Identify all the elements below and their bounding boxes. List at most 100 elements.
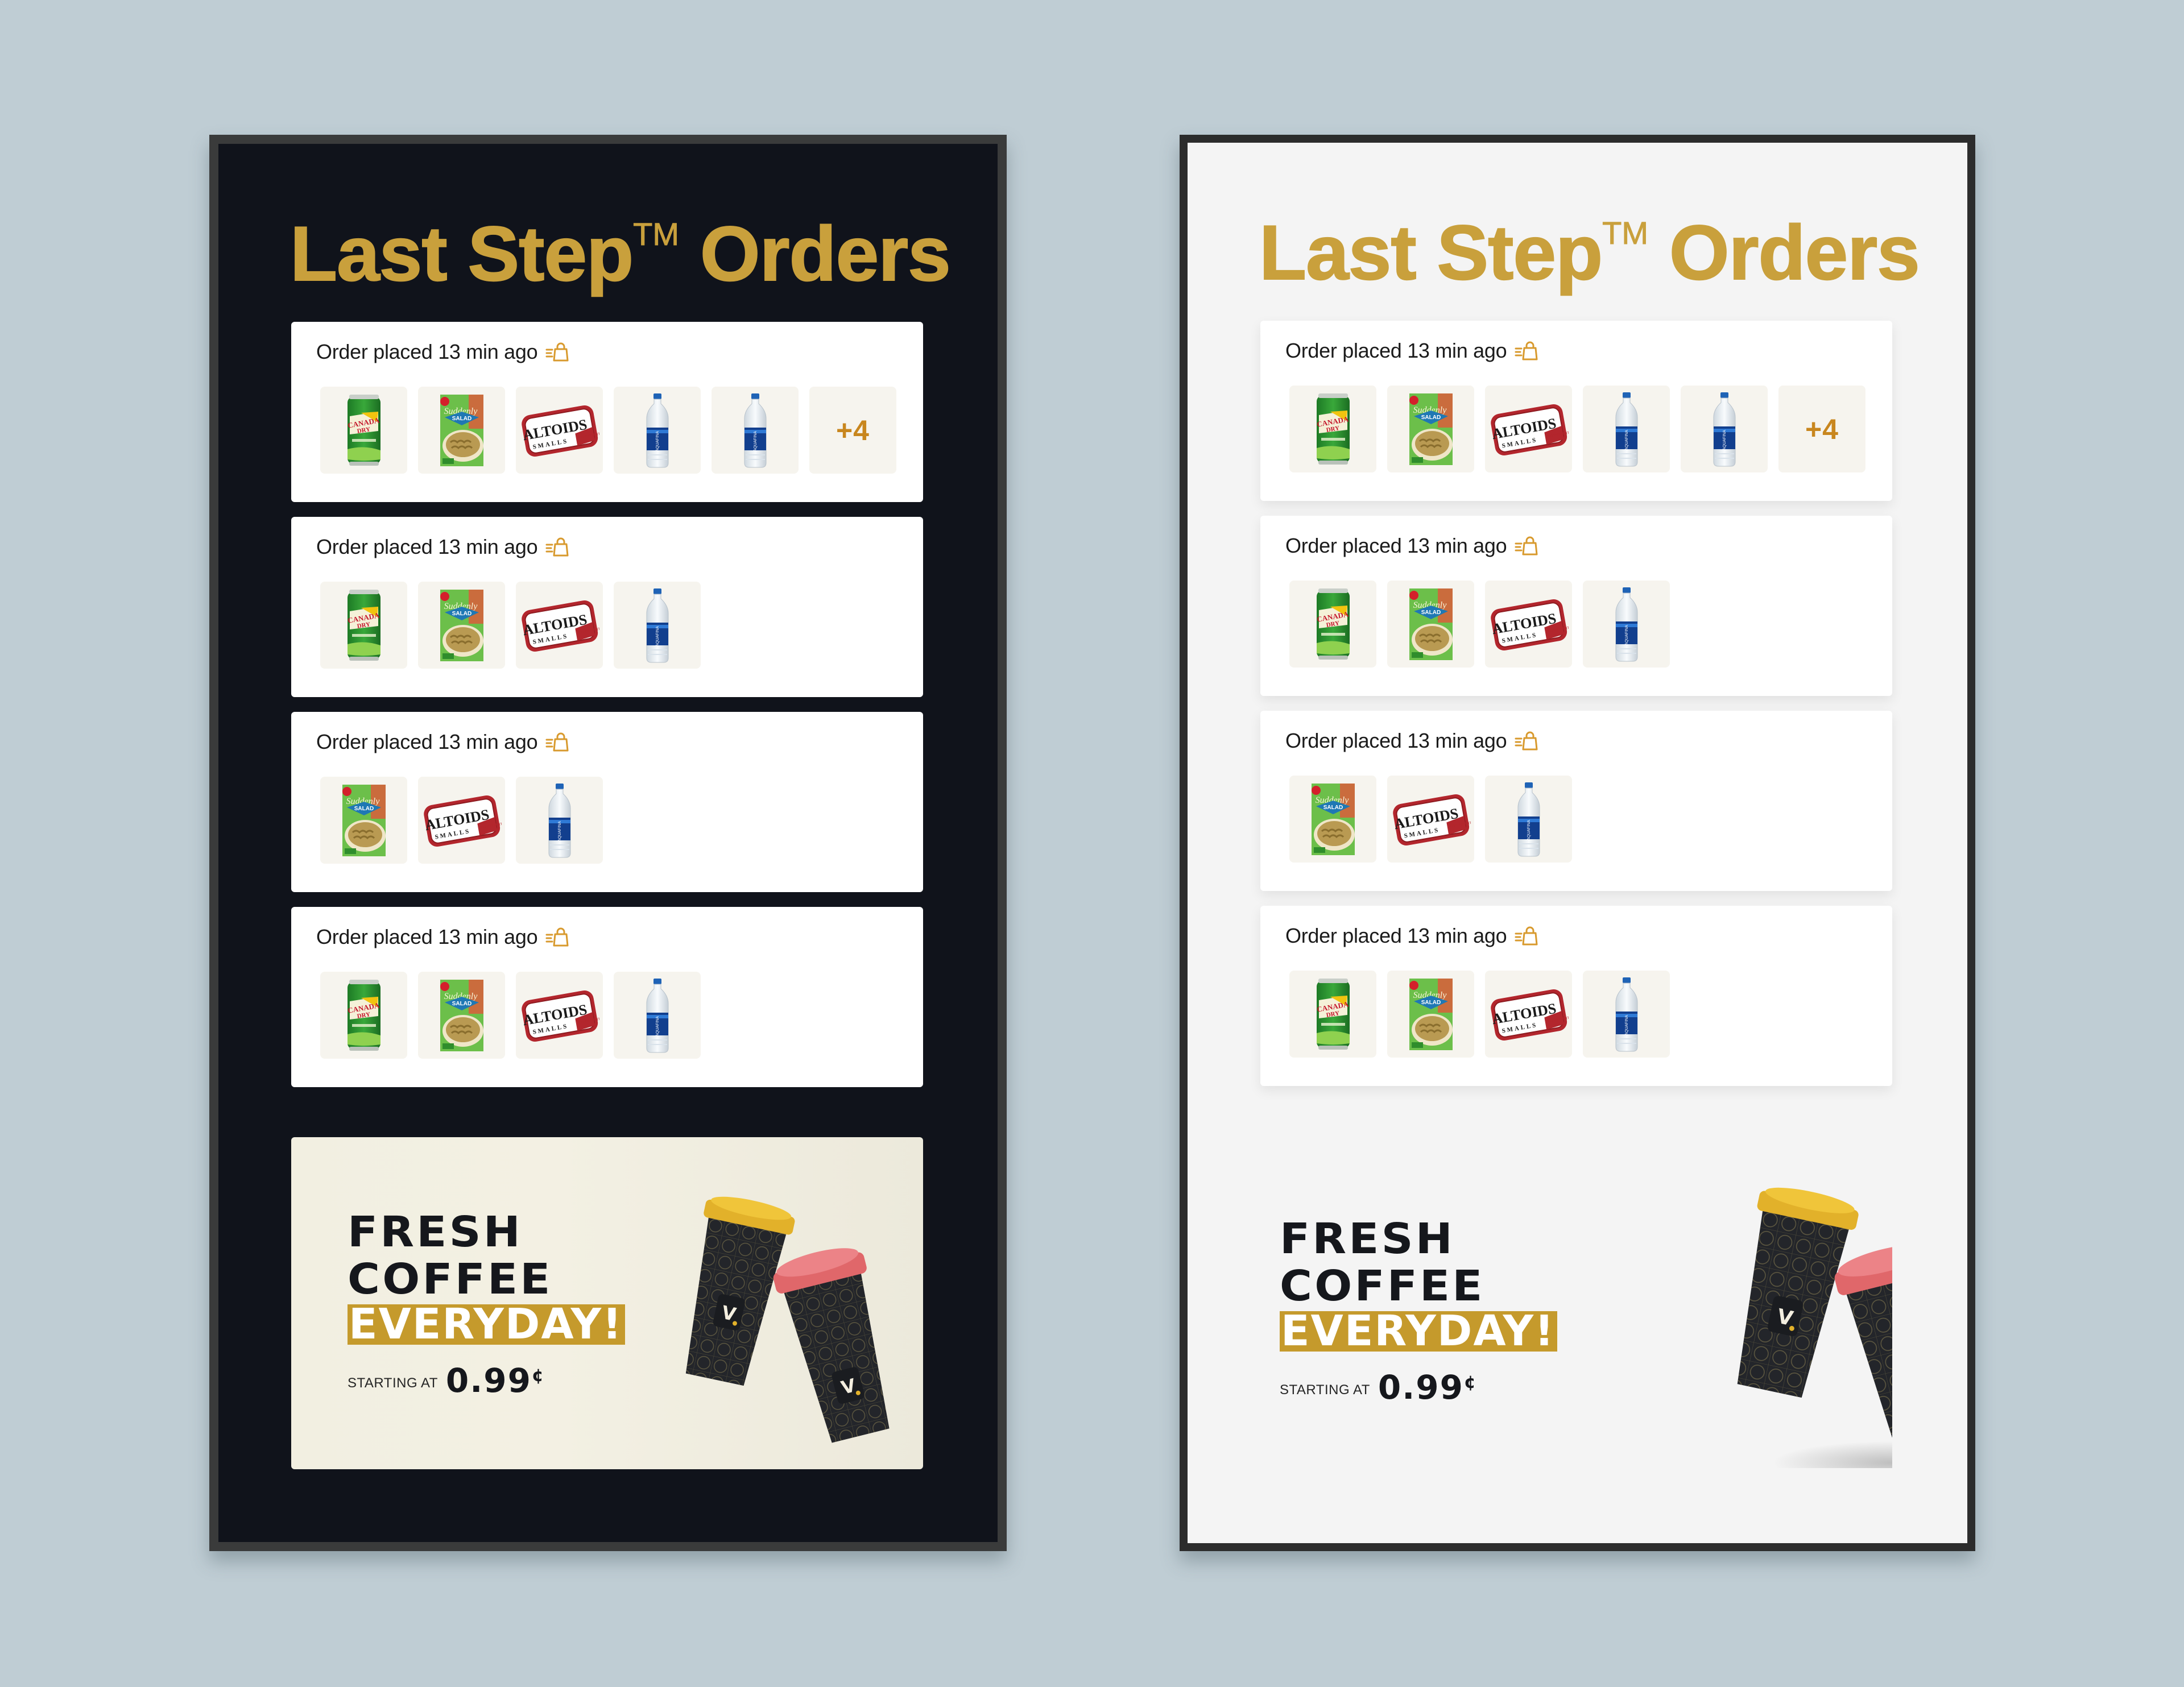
product-thumbnail-suddenly-salad: Suddenly SALAD <box>418 582 505 669</box>
order-items: CANADA DRY Suddenly SALAD ALTOIDS SMALLS… <box>320 387 896 474</box>
order-header: Order placed 13 min ago <box>316 925 569 949</box>
order-card[interactable]: Order placed 13 min ago CANADA DRY Sudde… <box>1260 516 1892 696</box>
product-thumbnail-canada-dry-ginger-ale: CANADA DRY <box>1289 581 1376 668</box>
order-header: Order placed 13 min ago <box>316 730 569 754</box>
order-header: Order placed 13 min ago <box>316 340 569 364</box>
product-thumbnail-canada-dry-ginger-ale: CANADA DRY <box>320 387 407 474</box>
order-status-text: Order placed 13 min ago <box>1285 924 1507 947</box>
order-header: Order placed 13 min ago <box>1285 339 1538 363</box>
currency-symbol: ¢ <box>531 1366 545 1386</box>
trademark-symbol: TM <box>633 216 680 252</box>
order-card[interactable]: Order placed 13 min ago CANADA DRY Sudde… <box>1260 906 1892 1086</box>
price-amount: 0.99 <box>445 1361 532 1400</box>
page-title: Last StepTM Orders <box>289 214 952 293</box>
product-thumbnail-suddenly-salad: Suddenly SALAD <box>418 972 505 1059</box>
coffee-promo-banner[interactable]: V V FRESH COFFEE EVERYDAY! STARTING AT 0… <box>1260 1136 1892 1468</box>
order-header: Order placed 13 min ago <box>1285 729 1538 753</box>
promo-line-1: FRESH <box>1280 1215 1455 1263</box>
fast-shopping-bag-icon <box>545 732 569 752</box>
display-screen: Last StepTM Orders Order placed 13 min a… <box>218 144 998 1542</box>
svg-text:SALAD: SALAD <box>452 611 471 617</box>
product-thumbnail-aquafina-water: AQUAFINA <box>614 387 701 474</box>
svg-text:SALAD: SALAD <box>1421 610 1440 616</box>
product-thumbnail-altoids-smalls: ALTOIDS SMALLS PEPPERMINT <box>1485 971 1572 1058</box>
starting-at-label: STARTING AT <box>348 1375 438 1391</box>
order-card[interactable]: Order placed 13 min ago Suddenly SALAD A… <box>1260 711 1892 891</box>
svg-text:AQUAFINA: AQUAFINA <box>558 820 562 841</box>
order-status-text: Order placed 13 min ago <box>316 925 538 948</box>
product-thumbnail-aquafina-water: AQUAFINA <box>712 387 799 474</box>
currency-symbol: ¢ <box>1463 1373 1477 1392</box>
svg-text:AQUAFINA: AQUAFINA <box>1527 819 1531 840</box>
product-thumbnail-suddenly-salad: Suddenly SALAD <box>418 387 505 474</box>
coffee-cups-image: V V <box>610 1171 917 1467</box>
order-card[interactable]: Order placed 13 min ago CANADA DRY Sudde… <box>291 907 923 1087</box>
order-card[interactable]: Order placed 13 min ago CANADA DRY Sudde… <box>1260 321 1892 501</box>
svg-text:SALAD: SALAD <box>1421 415 1440 421</box>
fast-shopping-bag-icon <box>1515 926 1538 946</box>
promo-line-1: FRESH <box>348 1208 523 1257</box>
product-thumbnail-suddenly-salad: Suddenly SALAD <box>1387 971 1474 1058</box>
fast-shopping-bag-icon <box>545 537 569 557</box>
svg-text:SALAD: SALAD <box>354 806 373 812</box>
order-card[interactable]: Order placed 13 min ago CANADA DRY Sudde… <box>291 517 923 697</box>
title-suffix: Orders <box>1669 209 1921 296</box>
svg-text:SALAD: SALAD <box>452 416 471 422</box>
product-thumbnail-suddenly-salad: Suddenly SALAD <box>1387 386 1474 472</box>
svg-text:AQUAFINA: AQUAFINA <box>656 430 660 451</box>
order-items: CANADA DRY Suddenly SALAD ALTOIDS SMALLS… <box>1289 386 1866 472</box>
svg-text:SALAD: SALAD <box>452 1001 471 1007</box>
product-thumbnail-aquafina-water: AQUAFINA <box>1583 386 1670 472</box>
order-list: Order placed 13 min ago CANADA DRY Sudde… <box>291 322 923 1102</box>
fast-shopping-bag-icon <box>1515 341 1538 361</box>
trademark-symbol: TM <box>1602 215 1649 251</box>
signage-display-light: Last StepTM Orders Order placed 13 min a… <box>1180 135 1975 1551</box>
more-items-count: +4 <box>1805 413 1839 445</box>
svg-text:SALAD: SALAD <box>1421 1000 1440 1006</box>
order-header: Order placed 13 min ago <box>316 535 569 559</box>
svg-text:AQUAFINA: AQUAFINA <box>1625 1014 1629 1035</box>
product-thumbnail-altoids-smalls: ALTOIDS SMALLS PEPPERMINT <box>516 387 603 474</box>
order-card[interactable]: Order placed 13 min ago CANADA DRY Sudde… <box>291 322 923 502</box>
product-thumbnail-suddenly-salad: Suddenly SALAD <box>320 777 407 864</box>
product-thumbnail-aquafina-water: AQUAFINA <box>614 972 701 1059</box>
order-status-text: Order placed 13 min ago <box>316 340 538 363</box>
order-card[interactable]: Order placed 13 min ago Suddenly SALAD A… <box>291 712 923 892</box>
more-items-tile[interactable]: +4 <box>809 387 896 474</box>
more-items-tile[interactable]: +4 <box>1778 386 1866 472</box>
fast-shopping-bag-icon <box>545 927 569 947</box>
promo-highlight: EVERYDAY! <box>348 1303 625 1345</box>
promo-text: FRESH COFFEE EVERYDAY! STARTING AT 0.99¢ <box>348 1209 625 1397</box>
price-amount: 0.99 <box>1378 1368 1464 1407</box>
order-status-text: Order placed 13 min ago <box>316 535 538 558</box>
price-value: 0.99¢ <box>446 1364 545 1397</box>
product-thumbnail-altoids-smalls: ALTOIDS SMALLS PEPPERMINT <box>1485 386 1572 472</box>
product-thumbnail-aquafina-water: AQUAFINA <box>1681 386 1768 472</box>
product-thumbnail-canada-dry-ginger-ale: CANADA DRY <box>320 972 407 1059</box>
coffee-promo-banner[interactable]: V V FRESH COFFEE EVERYDAY! STARTING AT 0… <box>291 1137 923 1469</box>
order-status-text: Order placed 13 min ago <box>1285 729 1507 752</box>
display-screen: Last StepTM Orders Order placed 13 min a… <box>1188 143 1967 1543</box>
product-thumbnail-altoids-smalls: ALTOIDS SMALLS PEPPERMINT <box>418 777 505 864</box>
order-items: CANADA DRY Suddenly SALAD ALTOIDS SMALLS… <box>320 582 701 669</box>
svg-text:AQUAFINA: AQUAFINA <box>1723 429 1727 450</box>
promo-line-2: COFFEE <box>348 1255 553 1304</box>
page-title: Last StepTM Orders <box>1259 213 1921 292</box>
coffee-cup-red: V <box>773 1248 890 1443</box>
signage-display-dark: Last StepTM Orders Order placed 13 min a… <box>209 135 1007 1551</box>
order-header: Order placed 13 min ago <box>1285 534 1538 558</box>
product-thumbnail-suddenly-salad: Suddenly SALAD <box>1289 776 1376 863</box>
svg-text:AQUAFINA: AQUAFINA <box>1625 429 1629 450</box>
order-items: Suddenly SALAD ALTOIDS SMALLS PEPPERMINT… <box>1289 776 1572 863</box>
svg-text:AQUAFINA: AQUAFINA <box>656 1015 660 1036</box>
title-suffix: Orders <box>700 210 952 297</box>
title-text: Last Step <box>289 210 634 297</box>
more-items-count: +4 <box>835 414 870 446</box>
order-list: Order placed 13 min ago CANADA DRY Sudde… <box>1260 321 1892 1101</box>
product-thumbnail-canada-dry-ginger-ale: CANADA DRY <box>320 582 407 669</box>
svg-text:AQUAFINA: AQUAFINA <box>754 430 758 451</box>
product-thumbnail-altoids-smalls: ALTOIDS SMALLS PEPPERMINT <box>516 972 603 1059</box>
product-thumbnail-altoids-smalls: ALTOIDS SMALLS PEPPERMINT <box>1387 776 1474 863</box>
product-thumbnail-altoids-smalls: ALTOIDS SMALLS PEPPERMINT <box>516 582 603 669</box>
fast-shopping-bag-icon <box>1515 731 1538 751</box>
